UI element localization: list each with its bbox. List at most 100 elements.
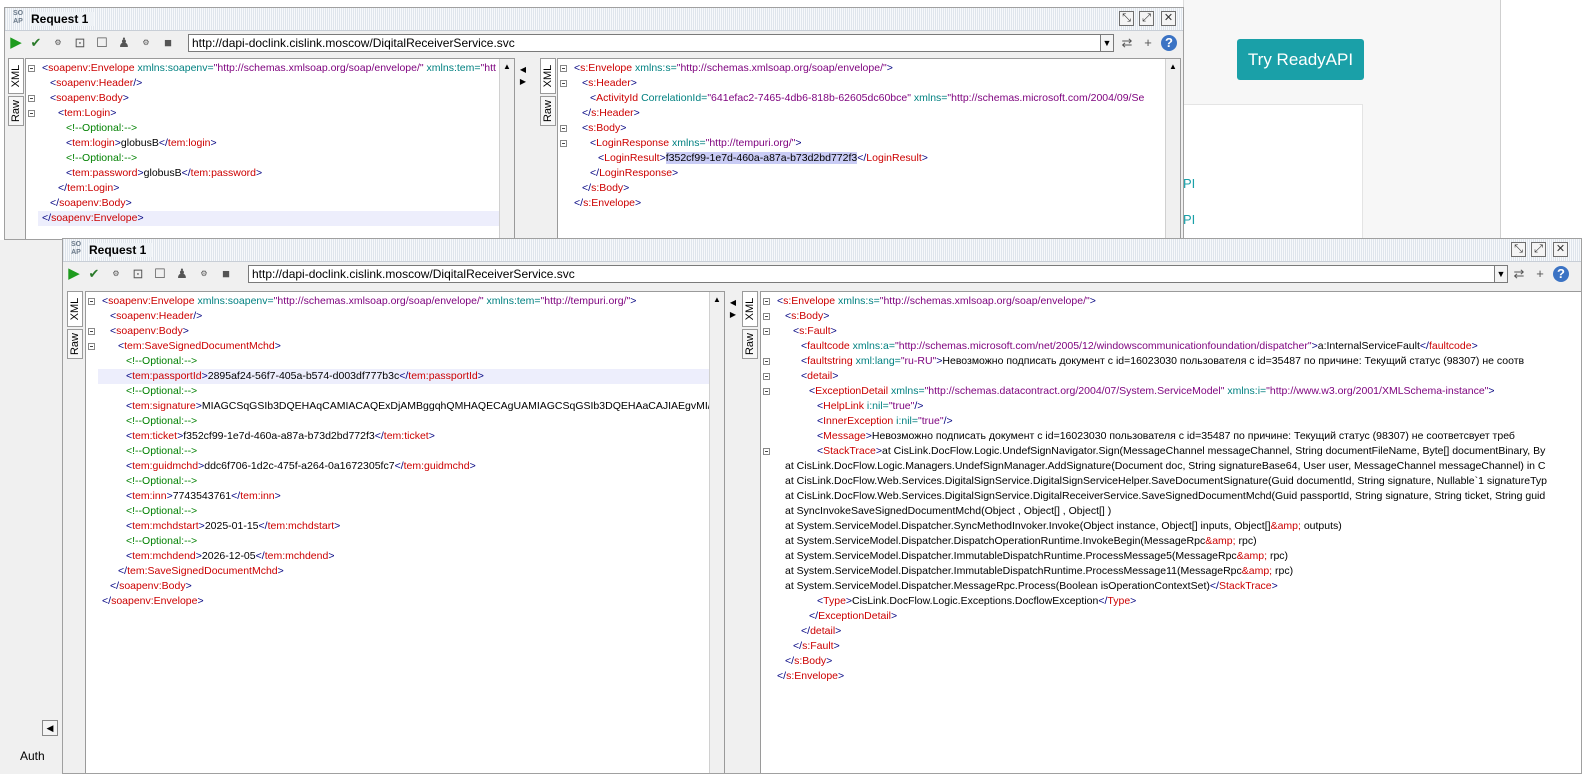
close-icon[interactable]: ✕ <box>1553 242 1568 257</box>
help-icon[interactable]: ? <box>1553 266 1569 282</box>
auth-tab[interactable]: Auth <box>20 749 45 763</box>
request-xml-editor[interactable]: <soapenv:Envelope xmlns:soapenv="http://… <box>25 58 515 239</box>
tab-xml[interactable]: XML <box>67 291 83 327</box>
help-icon[interactable]: ? <box>1161 35 1177 51</box>
xml-line: <tem:guidmchd>ddc6f706-1d2c-475f-a264-0a… <box>126 459 476 474</box>
fold-toggle[interactable] <box>28 65 35 72</box>
response-editor-tabs: XML Raw <box>539 58 557 238</box>
expand-arrow[interactable]: ▶ <box>517 76 529 88</box>
endpoint-url-input[interactable]: http://dapi-doclink.cislink.moscow/Diqit… <box>248 265 1495 283</box>
fold-toggle[interactable] <box>560 80 567 87</box>
fold-toggle[interactable] <box>88 298 95 305</box>
xml-line: at CisLink.DocFlow.Logic.Managers.UndefS… <box>785 459 1546 474</box>
response-xml-editor[interactable]: <s:Envelope xmlns:s="http://schemas.xmls… <box>760 291 1581 773</box>
tab-xml[interactable]: XML <box>742 291 758 327</box>
fold-toggle[interactable] <box>560 140 567 147</box>
xml-token: at System.ServiceModel.Dispatcher.Dispat… <box>785 535 1206 547</box>
split-divider[interactable]: ◀ ▶ <box>517 58 529 239</box>
run-check-icon[interactable]: ✔ <box>28 35 44 51</box>
restore-icon[interactable]: ⤡ <box>1119 11 1134 26</box>
fold-toggle[interactable] <box>28 95 35 102</box>
scroll-up-arrow[interactable]: ▲ <box>711 294 723 306</box>
tab-raw[interactable]: Raw <box>742 329 758 359</box>
edit-endpoint-icon[interactable]: ⇄ <box>1119 35 1135 51</box>
run-icon[interactable]: ▶ <box>66 266 82 282</box>
add-icon[interactable]: + <box>1532 266 1548 282</box>
close-icon[interactable]: ✕ <box>1161 11 1176 26</box>
fold-toggle[interactable] <box>763 328 770 335</box>
tab-raw[interactable]: Raw <box>8 96 24 126</box>
background-link[interactable]: PI <box>1183 176 1195 191</box>
xml-token: > <box>469 460 476 472</box>
xml-line: <!--Optional:--> <box>126 534 197 549</box>
expand-arrow[interactable]: ▶ <box>727 309 739 321</box>
tab-raw[interactable]: Raw <box>67 329 83 359</box>
scroll-up-arrow[interactable]: ▲ <box>501 61 513 73</box>
scroll-up-arrow[interactable]: ▲ <box>1167 61 1179 73</box>
background-scroll-left-arrow[interactable]: ◀ <box>42 720 58 736</box>
user-icon[interactable]: ♟ <box>174 266 190 282</box>
scrollbar[interactable]: ▲ <box>499 59 514 239</box>
split-divider[interactable]: ◀ ▶ <box>727 291 739 773</box>
xml-token: CisLink.DocFlow.Logic.Exceptions.Docflow… <box>852 595 1099 607</box>
soap-action-icon[interactable]: ⚙ <box>50 35 66 51</box>
soap-logo: SO AP <box>12 10 24 25</box>
edit-endpoint-icon[interactable]: ⇄ <box>1511 266 1527 282</box>
fold-toggle[interactable] <box>763 358 770 365</box>
settings-icon[interactable]: ⚙ <box>138 35 154 51</box>
collapse-arrow[interactable]: ◀ <box>727 297 739 309</box>
xml-token: > <box>277 565 284 577</box>
fold-toggle[interactable] <box>763 298 770 305</box>
fold-toggle[interactable] <box>560 65 567 72</box>
soap-action-icon[interactable]: ⚙ <box>108 266 124 282</box>
fold-toggle[interactable] <box>28 110 35 117</box>
add-icon[interactable]: + <box>1140 35 1156 51</box>
run-icon[interactable]: ▶ <box>8 35 24 51</box>
window-titlebar[interactable]: SO AP Request 1 ⤡ ⤢ ✕ <box>63 239 1581 262</box>
tab-xml[interactable]: XML <box>540 58 556 94</box>
fold-toggle[interactable] <box>763 388 770 395</box>
restore-icon[interactable]: ⤡ <box>1511 242 1526 257</box>
new-window-icon[interactable]: ☐ <box>94 35 110 51</box>
stop-icon[interactable]: ■ <box>218 266 234 282</box>
fold-toggle[interactable] <box>763 373 770 380</box>
maximize-editor-icon[interactable]: ⊡ <box>72 35 88 51</box>
chevron-down-icon[interactable]: ▼ <box>1494 265 1508 283</box>
response-xml-editor[interactable]: <s:Envelope xmlns:s="http://schemas.xmls… <box>557 58 1181 239</box>
xml-token: at SyncInvokeSaveSignedDocumentMchd(Obje… <box>785 505 1112 517</box>
chevron-down-icon[interactable]: ▼ <box>1100 34 1114 52</box>
fold-toggle[interactable] <box>763 313 770 320</box>
fold-toggle[interactable] <box>560 125 567 132</box>
scrollbar[interactable]: ▲ <box>709 292 724 773</box>
background-link[interactable]: PI <box>1183 212 1195 227</box>
xml-token: </ <box>110 580 120 592</box>
endpoint-url-input[interactable]: http://dapi-doclink.cislink.moscow/Diqit… <box>188 34 1101 52</box>
tab-raw[interactable]: Raw <box>540 96 556 126</box>
request-xml-editor[interactable]: <soapenv:Envelope xmlns:soapenv="http://… <box>85 291 725 773</box>
try-readyapi-button[interactable]: Try ReadyAPI <box>1237 39 1364 80</box>
xml-token: tem:mchdend <box>132 550 196 562</box>
xml-token: ExceptionDetail <box>815 385 889 397</box>
tab-xml[interactable]: XML <box>8 58 24 94</box>
scrollbar[interactable]: ▲ <box>1165 59 1180 239</box>
maximize-editor-icon[interactable]: ⊡ <box>130 266 146 282</box>
xml-token: tem:SaveSignedDocumentMchd <box>127 565 278 577</box>
collapse-arrow[interactable]: ◀ <box>517 64 529 76</box>
user-icon[interactable]: ♟ <box>116 35 132 51</box>
maximize-icon[interactable]: ⤢ <box>1531 242 1546 257</box>
xml-line: </soapenv:Body> <box>50 196 132 211</box>
xml-token: "http://schemas.xmlsoap.org/soap/envelop… <box>273 295 484 307</box>
xml-token: </ <box>118 565 128 577</box>
fold-gutter <box>86 292 98 773</box>
fold-toggle[interactable] <box>763 448 770 455</box>
new-window-icon[interactable]: ☐ <box>152 266 168 282</box>
stop-icon[interactable]: ■ <box>160 35 176 51</box>
run-check-icon[interactable]: ✔ <box>86 266 102 282</box>
fold-toggle[interactable] <box>88 328 95 335</box>
request-toolbar: ▶ ✔ ⚙ ⊡ ☐ ♟ ⚙ ■ http://dapi-doclink.cisl… <box>63 262 1581 286</box>
xml-token: soapenv:Body <box>116 325 183 337</box>
fold-toggle[interactable] <box>88 343 95 350</box>
window-titlebar[interactable]: SO AP Request 1 ⤡ ⤢ ✕ <box>5 8 1183 31</box>
settings-icon[interactable]: ⚙ <box>196 266 212 282</box>
maximize-icon[interactable]: ⤢ <box>1139 11 1154 26</box>
